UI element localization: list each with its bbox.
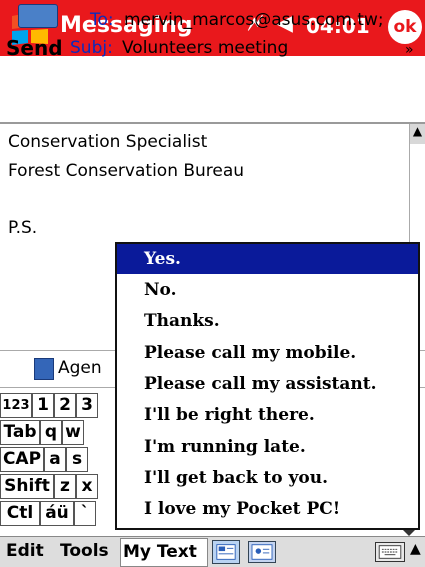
menu-item-no[interactable]: No. (117, 275, 418, 305)
key-caps[interactable]: CAP (0, 447, 44, 472)
key-shift[interactable]: Shift (0, 474, 54, 499)
body-line[interactable]: Conservation Specialist (8, 132, 207, 152)
menu-item-call-mobile[interactable]: Please call my mobile. (117, 338, 418, 368)
key-tab[interactable]: Tab (0, 420, 40, 445)
keyboard-icon[interactable] (375, 542, 405, 562)
key-123[interactable]: 123 (0, 393, 32, 418)
key-w[interactable]: w (62, 420, 84, 445)
ok-button[interactable]: ok (388, 10, 422, 44)
to-field[interactable]: mervin_marcos@asus.com.tw; (124, 10, 384, 30)
to-label[interactable]: To: (90, 10, 114, 30)
attachment-label[interactable]: Agen (58, 358, 102, 378)
key-s[interactable]: s (66, 447, 88, 472)
key-2[interactable]: 2 (54, 393, 76, 418)
key-a[interactable]: a (44, 447, 66, 472)
menu-item-thanks[interactable]: Thanks. (117, 306, 418, 336)
body-line[interactable]: Forest Conservation Bureau (8, 161, 244, 181)
word-document-icon[interactable] (34, 358, 54, 380)
contact-card-icon[interactable] (248, 541, 276, 563)
menu-item-running-late[interactable]: I'm running late. (117, 432, 418, 462)
tools-menu[interactable]: Tools (60, 541, 109, 561)
send-button[interactable]: Send (6, 36, 63, 60)
key-accents[interactable]: áü (40, 501, 74, 526)
expand-header-icon[interactable]: » (405, 42, 414, 58)
send-icon[interactable] (18, 4, 58, 28)
subject-label[interactable]: Subj: (70, 38, 113, 58)
my-text-menu: Yes. No. Thanks. Please call my mobile. … (115, 242, 420, 530)
edit-menu[interactable]: Edit (6, 541, 44, 561)
menu-item-right-there[interactable]: I'll be right there. (117, 400, 418, 430)
menu-item-call-assistant[interactable]: Please call my assistant. (117, 369, 418, 399)
key-q[interactable]: q (40, 420, 62, 445)
message-header (0, 56, 425, 124)
key-x[interactable]: x (76, 474, 98, 499)
my-text-menu-button[interactable]: My Text (120, 538, 208, 567)
body-line[interactable]: P.S. (8, 218, 37, 238)
menu-item-love-pocket-pc[interactable]: I love my Pocket PC! (117, 494, 418, 524)
menu-item-get-back[interactable]: I'll get back to you. (117, 463, 418, 493)
menu-item-yes[interactable]: Yes. (117, 244, 418, 274)
key-backtick[interactable]: ` (74, 501, 96, 526)
subject-field[interactable]: Volunteers meeting (122, 38, 288, 58)
scroll-up-arrow-icon[interactable]: ▲ (409, 124, 425, 144)
key-ctl[interactable]: Ctl (0, 501, 40, 526)
key-1[interactable]: 1 (32, 393, 54, 418)
insert-icon[interactable] (212, 540, 240, 564)
key-z[interactable]: z (54, 474, 76, 499)
key-3[interactable]: 3 (76, 393, 98, 418)
input-method-arrow-icon[interactable]: ▲ (410, 541, 421, 557)
